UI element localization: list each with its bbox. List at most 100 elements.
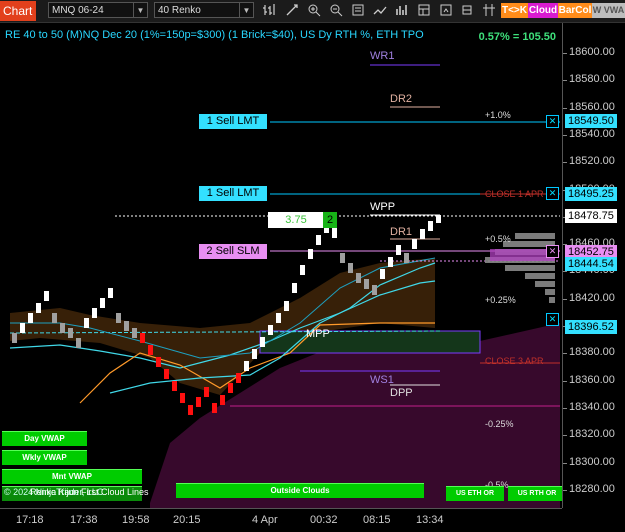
weekly-vwap-button[interactable]: Wkly VWAP xyxy=(2,450,87,465)
renko-brick xyxy=(284,301,289,311)
chevron-down-icon: ▼ xyxy=(239,3,253,17)
renko-brick xyxy=(212,403,217,413)
close-3-apr-label: CLOSE 3 APR xyxy=(485,356,544,366)
sell-limit-order-2[interactable]: 1 Sell LMT xyxy=(199,186,267,201)
time-tick: 00:32 xyxy=(310,514,338,526)
templates-icon[interactable] xyxy=(417,3,431,17)
wpp-label: WPP xyxy=(370,201,396,213)
volume-profile-bar xyxy=(505,265,555,271)
renko-brick xyxy=(220,395,225,405)
chart-tab[interactable]: Chart xyxy=(0,1,36,21)
sell-stop-market-order[interactable]: 2 Sell SLM xyxy=(199,244,267,259)
percent-change: 0.57% = 105.50 xyxy=(478,31,556,43)
price-axis[interactable]: 18600.00 18580.00 18560.00 18540.00 18520.00… xyxy=(562,23,625,508)
chart-trader-icon[interactable] xyxy=(439,3,453,17)
data-box-icon[interactable] xyxy=(460,3,474,17)
renko-brick xyxy=(148,345,153,355)
outside-clouds-button[interactable]: Outside Clouds xyxy=(176,483,424,498)
renko-brick xyxy=(436,215,441,223)
cloud-toggle-button[interactable]: Cloud xyxy=(528,3,558,18)
chart-panel[interactable]: RE 40 to 50 (M)NQ Dec 20 (1%=150p=$300) … xyxy=(0,23,562,508)
monthly-vwap-button[interactable]: Mnt VWAP xyxy=(2,469,142,484)
drawing-tool-icon[interactable] xyxy=(285,3,299,17)
strategies-icon[interactable] xyxy=(395,3,409,17)
tk-label: T<>K xyxy=(501,5,527,16)
renko-brick xyxy=(420,229,425,239)
dpp-label: DPP xyxy=(390,387,413,399)
dr2-label: DR2 xyxy=(390,93,413,105)
renko-brick xyxy=(276,313,281,323)
volume-profile-bar xyxy=(535,281,555,287)
day-vwap-button[interactable]: Day VWAP xyxy=(2,431,87,446)
renko-brick xyxy=(388,257,393,267)
volume-profile-bar xyxy=(515,233,555,239)
price-tick: 18540.00 xyxy=(563,127,615,140)
renko-brick xyxy=(204,387,209,397)
renko-brick xyxy=(300,265,305,275)
barcol-toggle-button[interactable]: BarCol xyxy=(558,3,592,18)
dr1-label: DR1 xyxy=(390,226,413,238)
volume-profile-bar xyxy=(545,289,555,295)
renko-brick xyxy=(396,245,401,255)
renko-brick xyxy=(268,325,273,335)
close-position-icon[interactable]: ✕ xyxy=(546,313,559,326)
renko-brick xyxy=(108,288,113,298)
renko-brick xyxy=(228,383,233,393)
renko-brick xyxy=(124,321,129,331)
renko-brick xyxy=(28,313,33,323)
volume-profile-bar xyxy=(525,273,555,279)
sell-limit-order-1[interactable]: 1 Sell LMT xyxy=(199,114,267,129)
plus-025pct-label: +0.25% xyxy=(485,295,516,305)
time-axis[interactable]: 17:18 17:38 19:58 20:15 4 Apr 00:32 08:1… xyxy=(0,508,562,532)
wr1-label: WR1 xyxy=(370,50,395,62)
ws1-label: WS1 xyxy=(370,374,394,386)
bar-type-value: 40 Renko xyxy=(158,5,201,16)
cancel-order-icon[interactable]: ✕ xyxy=(546,187,559,200)
renko-brick xyxy=(380,269,385,279)
renko-brick xyxy=(308,249,313,259)
renko-brick xyxy=(180,393,185,403)
tk-toggle-button[interactable]: T<>K xyxy=(501,3,528,18)
zoom-in-icon[interactable] xyxy=(307,3,321,17)
renko-brick xyxy=(52,313,57,323)
us-eth-or-button[interactable]: US ETH OR xyxy=(446,486,504,501)
renko-brick xyxy=(340,253,345,263)
bar-type-selector[interactable]: 40 Renko ▼ xyxy=(154,2,254,18)
renko-brick xyxy=(252,349,257,359)
wvwap-label: W VWA xyxy=(592,5,625,15)
volume-profile-bar xyxy=(549,297,555,303)
renko-brick xyxy=(44,291,49,301)
us-rth-or-button[interactable]: US RTH OR xyxy=(508,486,562,501)
time-tick: 17:18 xyxy=(16,514,44,526)
renko-brick xyxy=(172,381,177,391)
cancel-order-icon[interactable]: ✕ xyxy=(546,115,559,128)
indicators-icon[interactable] xyxy=(373,3,387,17)
renko-brick xyxy=(236,373,241,383)
renko-brick xyxy=(116,313,121,323)
renko-brick xyxy=(68,328,73,338)
vwap-price-marker: 18444.54 xyxy=(565,257,617,271)
chart-title: RE 40 to 50 (M)NQ Dec 20 (1%=150p=$300) … xyxy=(5,29,424,41)
renko-brick xyxy=(196,397,201,407)
instrument-link-icon[interactable] xyxy=(482,3,496,17)
instrument-selector[interactable]: MNQ 06-24 ▼ xyxy=(48,2,148,18)
wvwap-toggle-button[interactable]: W VWA xyxy=(592,3,625,18)
zoom-out-icon[interactable] xyxy=(329,3,343,17)
time-tick: 19:58 xyxy=(122,514,150,526)
renko-brick xyxy=(332,228,337,238)
price-tick: 18520.00 xyxy=(563,155,615,168)
time-tick: 17:38 xyxy=(70,514,98,526)
renko-brick xyxy=(364,279,369,289)
time-tick: 4 Apr xyxy=(252,514,278,526)
properties-icon[interactable] xyxy=(351,3,365,17)
renko-brick xyxy=(316,235,321,245)
position-quantity[interactable]: 2 xyxy=(323,212,337,228)
order-price-marker: 18495.25 xyxy=(565,187,617,201)
plus-1pct-label: +1.0% xyxy=(485,110,511,120)
renko-brick xyxy=(348,263,353,273)
cancel-order-icon[interactable]: ✕ xyxy=(546,245,559,258)
price-tick: 18360.00 xyxy=(563,373,615,386)
bars-type-icon[interactable] xyxy=(262,3,276,17)
renko-brick xyxy=(60,323,65,333)
position-pnl[interactable]: 3.75 xyxy=(268,212,324,228)
